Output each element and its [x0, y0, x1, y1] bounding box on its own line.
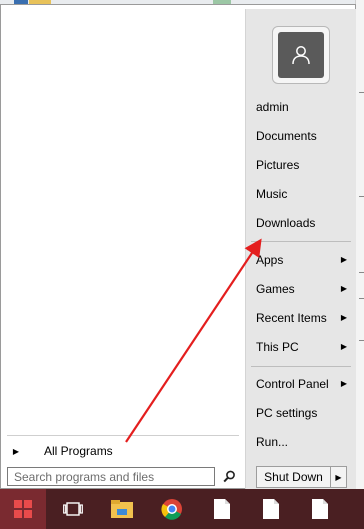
- item-label: Pictures: [256, 158, 300, 172]
- places-item-control-panel[interactable]: Control Panel ▶: [251, 372, 351, 396]
- divider: [7, 435, 239, 436]
- document-button[interactable]: [248, 489, 294, 529]
- divider: [251, 366, 351, 367]
- places-pane: admin Documents Pictures Music Downloads…: [245, 9, 356, 494]
- item-label: Recent Items: [256, 311, 327, 325]
- windows-logo-icon: [14, 500, 32, 518]
- chrome-icon: [161, 499, 182, 520]
- divider: [251, 241, 351, 242]
- item-label: This PC: [256, 340, 299, 354]
- search-input[interactable]: [7, 467, 215, 486]
- document-button[interactable]: [199, 489, 245, 529]
- item-label: Downloads: [256, 216, 316, 230]
- places-item-games[interactable]: Games ▶: [251, 277, 351, 301]
- user-avatar[interactable]: [272, 26, 330, 84]
- search-icon: [222, 470, 235, 483]
- chevron-right-icon: ▶: [340, 379, 347, 388]
- document-button[interactable]: [297, 489, 343, 529]
- item-label: Games: [256, 282, 295, 296]
- places-item-documents[interactable]: Documents: [251, 124, 351, 148]
- item-label: Documents: [256, 129, 317, 143]
- chrome-button[interactable]: [149, 489, 195, 529]
- all-programs-label: All Programs: [44, 444, 113, 458]
- places-item-recent-items[interactable]: Recent Items ▶: [251, 306, 351, 330]
- chevron-right-icon: ▶: [12, 446, 20, 456]
- places-item-downloads[interactable]: Downloads: [251, 211, 351, 235]
- places-item-this-pc[interactable]: This PC ▶: [251, 335, 351, 359]
- user-icon: [278, 32, 324, 78]
- places-item-pictures[interactable]: Pictures: [251, 153, 351, 177]
- item-label: Apps: [256, 253, 284, 267]
- item-label: Music: [256, 187, 288, 201]
- pinned-programs-pane: [3, 9, 243, 432]
- item-label: Run...: [256, 435, 289, 449]
- chevron-right-icon: ▶: [340, 255, 347, 264]
- folder-icon: [111, 500, 133, 518]
- chevron-right-icon: ▶: [340, 313, 347, 322]
- taskbar: [0, 489, 364, 529]
- chevron-right-icon: ▶: [335, 472, 342, 482]
- document-icon: [263, 499, 279, 519]
- places-item-pc-settings[interactable]: PC settings: [251, 401, 351, 425]
- shutdown-button[interactable]: Shut Down: [256, 466, 331, 488]
- document-icon: [214, 499, 230, 519]
- places-item-admin[interactable]: admin: [251, 95, 351, 119]
- start-button[interactable]: [0, 489, 46, 529]
- item-label: Control Panel: [256, 377, 329, 391]
- document-icon: [312, 499, 328, 519]
- places-item-apps[interactable]: Apps ▶: [251, 248, 351, 272]
- file-explorer-button[interactable]: [99, 489, 145, 529]
- item-label: PC settings: [256, 406, 318, 420]
- shutdown-options-button[interactable]: ▶: [331, 466, 347, 488]
- places-item-run[interactable]: Run...: [251, 430, 351, 454]
- places-item-music[interactable]: Music: [251, 182, 351, 206]
- desktop-window-edge: [355, 0, 364, 489]
- chevron-right-icon: ▶: [340, 342, 347, 351]
- item-label: admin: [256, 100, 289, 114]
- start-menu: ▶ All Programs admin Documents: [0, 4, 356, 494]
- search-button[interactable]: [218, 467, 240, 486]
- all-programs-button[interactable]: ▶ All Programs: [5, 441, 241, 461]
- chevron-right-icon: ▶: [340, 284, 347, 293]
- task-view-icon: [63, 502, 83, 516]
- task-view-button[interactable]: [50, 489, 96, 529]
